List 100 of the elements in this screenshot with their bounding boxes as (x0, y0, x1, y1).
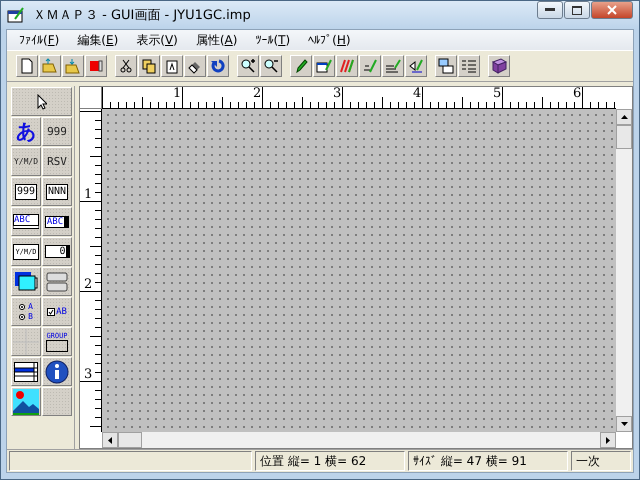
pencils-icon (339, 58, 355, 74)
toolbar-button[interactable] (207, 55, 229, 77)
button-tool[interactable] (42, 267, 72, 296)
toolbar-button[interactable] (237, 55, 259, 77)
menu-item[interactable]: ﾂｰﾙ(T) (247, 33, 298, 47)
toolbar-button[interactable] (435, 55, 457, 77)
toolbar-button[interactable] (85, 55, 107, 77)
scroll-down-button[interactable] (616, 416, 632, 432)
line-tool[interactable] (11, 327, 41, 356)
list-tool[interactable]: ABC (11, 207, 41, 236)
mountain-picture-icon (13, 388, 39, 414)
screen-list-icon (438, 58, 454, 74)
combo-label: ABC (44, 216, 70, 228)
position-status: 位置 縦= 1 横= 62 (255, 451, 405, 471)
pointer-tool[interactable] (11, 87, 72, 116)
open-folder-icon (42, 58, 58, 74)
app-icon (7, 7, 25, 23)
option-label: B (19, 312, 33, 322)
toolbar-button[interactable] (405, 55, 427, 77)
window-tool[interactable] (11, 267, 41, 296)
option-group-tool[interactable]: A B (11, 297, 41, 326)
ruler-number: 4 (413, 87, 422, 100)
mode-status: 一次 (571, 451, 631, 471)
scroll-up-button[interactable] (616, 109, 632, 125)
zoom-out-icon (263, 58, 279, 74)
tick-drawing (47, 308, 56, 316)
toolbar-button[interactable] (458, 55, 480, 77)
new-page-icon (19, 58, 35, 74)
option-label: A (19, 302, 33, 312)
down-arrow-icon (620, 422, 628, 426)
menu-item[interactable]: 編集(E) (69, 32, 126, 48)
toolbar-button[interactable] (359, 55, 381, 77)
table-icon (14, 362, 38, 382)
tick-label: AB (47, 306, 67, 316)
field-tool[interactable]: 999 (42, 117, 72, 146)
close-icon (607, 5, 617, 15)
left-arrow-icon (108, 436, 112, 444)
exit-icon (88, 58, 104, 74)
ruler-number: 1 (173, 87, 182, 100)
minimize-button[interactable] (537, 1, 563, 19)
combo-tool[interactable]: ABC (42, 207, 72, 236)
undo-icon (210, 58, 226, 74)
toolbar-button[interactable] (290, 55, 312, 77)
toolbar-button[interactable] (115, 55, 137, 77)
buttons-icon (46, 272, 68, 292)
text-tool[interactable]: あ (11, 117, 41, 146)
minimize-icon (545, 8, 555, 12)
input-box-tool[interactable]: NNN (42, 177, 72, 206)
menu-item[interactable]: 表示(V) (128, 32, 186, 48)
ruler-number: 3 (333, 87, 342, 100)
list-label: ABC (13, 214, 39, 229)
menu-item[interactable]: ﾌｧｲﾙ(F) (11, 33, 68, 47)
vertical-scrollbar[interactable] (616, 109, 632, 432)
scissors-icon (118, 58, 134, 74)
toolbar-button[interactable] (16, 55, 38, 77)
spin-label: 0 (44, 245, 70, 258)
cursor-icon (36, 94, 46, 110)
toolbar-button[interactable] (161, 55, 183, 77)
image-tool[interactable] (11, 387, 41, 416)
arrow-pencil-icon (408, 58, 424, 74)
input-box-tool[interactable]: 999 (11, 177, 41, 206)
horizontal-scrollbar[interactable] (102, 432, 616, 448)
field-label: NNN (46, 184, 68, 200)
paste-icon (164, 58, 180, 74)
ruler-number: 5 (493, 87, 502, 100)
ruler-number: 6 (573, 87, 582, 100)
table-tool[interactable] (11, 357, 41, 386)
menu-item[interactable]: 属性(A) (188, 32, 246, 48)
size-status: ｻｲｽﾞ 縦= 47 横= 91 (408, 451, 568, 471)
save-folder-icon (65, 58, 81, 74)
field-tool[interactable]: RSV (42, 147, 72, 176)
toolbar-button[interactable] (313, 55, 335, 77)
scroll-left-button[interactable] (102, 432, 118, 448)
numbered-list-icon (461, 58, 477, 74)
option-dot-icon (19, 304, 26, 310)
option-dot-icon (19, 314, 26, 320)
right-arrow-icon (606, 436, 610, 444)
toolbar-button[interactable] (488, 55, 510, 77)
window-title: ＸＭＡＰ３ - GUI画面 - JYU1GC.imp (33, 7, 252, 24)
ruler-number: 1 (84, 188, 92, 201)
info-tool[interactable] (42, 357, 72, 386)
menu-item[interactable]: ﾍﾙﾌﾟ(H) (300, 33, 359, 47)
date-tool[interactable]: Y/M/D (11, 147, 41, 176)
scroll-thumb[interactable] (118, 432, 142, 448)
cross-lines-icon (13, 328, 39, 354)
tick-box-tool[interactable]: AB (42, 297, 72, 326)
lines-pencil-icon (385, 58, 401, 74)
close-button[interactable] (591, 1, 633, 19)
toolbar-button[interactable] (382, 55, 404, 77)
toolbar-button[interactable] (260, 55, 282, 77)
copy-icon (141, 58, 157, 74)
maximize-button[interactable] (564, 1, 590, 19)
toolbar-button[interactable] (138, 55, 160, 77)
spin-tool[interactable]: 0 (42, 237, 72, 266)
ruler-number: 2 (84, 278, 92, 291)
scroll-right-button[interactable] (600, 432, 616, 448)
window-pencil-icon (316, 58, 332, 74)
text-pencil-icon (362, 58, 378, 74)
toolbar-button[interactable] (184, 55, 206, 77)
scroll-thumb[interactable] (616, 125, 632, 149)
